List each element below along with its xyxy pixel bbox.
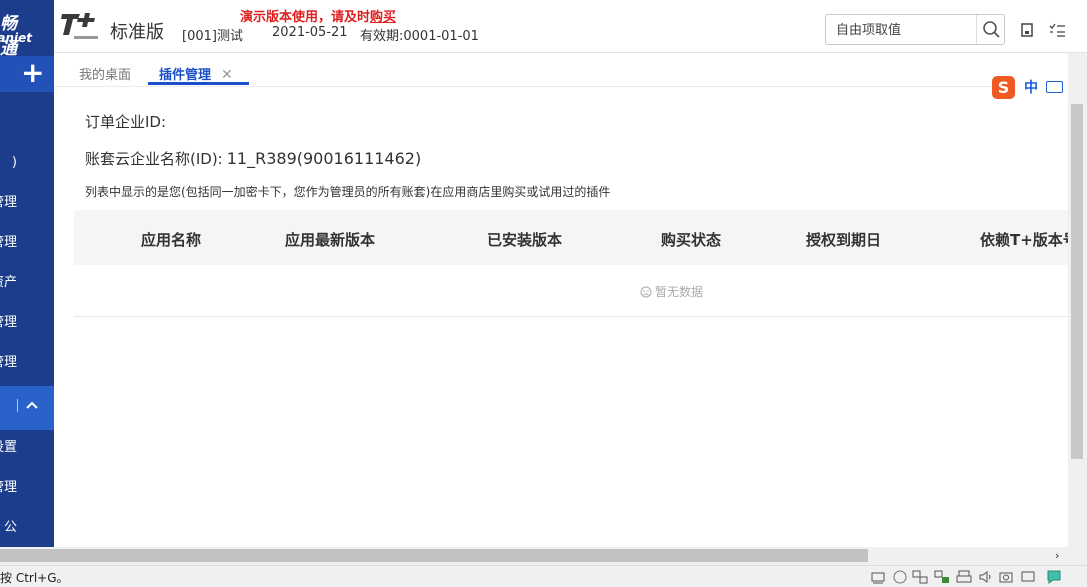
- column-header[interactable]: 依赖T+版本号: [980, 229, 1078, 250]
- demo-notice: 演示版本使用，请及时购买: [240, 10, 397, 25]
- speaker-icon[interactable]: [978, 569, 994, 585]
- scrollbar-corner: [1068, 547, 1087, 565]
- sogou-logo-icon: S: [992, 76, 1015, 99]
- tplus-logo-icon: [61, 13, 98, 39]
- column-header[interactable]: 应用名称: [141, 229, 201, 250]
- status-bar: 按 Ctrl+G。: [0, 565, 1087, 587]
- plus-icon: +: [21, 56, 45, 89]
- sidebar-item[interactable]: 资产: [0, 263, 54, 303]
- notification-icon[interactable]: [1046, 569, 1062, 585]
- list-description: 列表中显示的是您(包括同一加密卡下，您作为管理员的所有账套)在应用商店里购买或试…: [85, 185, 611, 199]
- globe-icon[interactable]: [892, 569, 908, 585]
- login-date: 2021-05-21: [272, 25, 348, 40]
- camera-icon[interactable]: [998, 569, 1014, 585]
- validity-period: 有效期:0001-01-01: [360, 29, 479, 44]
- search-input[interactable]: [836, 20, 966, 40]
- drive-icon[interactable]: [870, 569, 886, 585]
- printer-icon[interactable]: [956, 569, 972, 585]
- add-button[interactable]: +: [0, 56, 54, 92]
- sidebar-item[interactable]: ): [0, 143, 54, 183]
- tab-my-desktop[interactable]: 我的桌面: [79, 64, 131, 83]
- vertical-scrollbar[interactable]: [1068, 53, 1087, 547]
- divider: [17, 399, 18, 412]
- buy-link[interactable]: 购买: [370, 10, 396, 25]
- column-header[interactable]: 已安装版本: [487, 229, 562, 250]
- sad-face-icon: [640, 286, 652, 298]
- left-navigation: 畅 通 anjet + ) 管理 管理 资产 管理 管理 设置 管理 公: [0, 0, 54, 547]
- account-enterprise-name: 账套云企业名称(ID): 11_R389(90016111462): [85, 149, 422, 168]
- ime-mode[interactable]: 中: [1024, 77, 1038, 97]
- search-icon: [983, 21, 1000, 38]
- sidebar-item[interactable]: 管理: [0, 343, 54, 383]
- sidebar-item-active[interactable]: [0, 386, 54, 430]
- table-empty-row: 暂无数据: [74, 265, 1074, 317]
- empty-state: 暂无数据: [640, 283, 703, 300]
- chevron-up-icon: [26, 401, 38, 409]
- column-header[interactable]: 授权到期日: [806, 229, 881, 250]
- search-button[interactable]: [976, 15, 1005, 44]
- horizontal-scrollbar[interactable]: ›: [0, 547, 1068, 565]
- top-header: 标准版 [001]测试 2021-05-21 有效期:0001-01-01 演示…: [54, 0, 1087, 53]
- table-header: 应用名称 应用最新版本 已安装版本 购买状态 授权到期日 依赖T+版本号: [74, 210, 1078, 265]
- search-box: [825, 14, 1005, 45]
- sidebar-item[interactable]: 设置: [0, 428, 54, 468]
- status-text: 按 Ctrl+G。: [0, 571, 69, 585]
- network-icon[interactable]: [934, 569, 950, 585]
- tab-bar: 我的桌面 插件管理 ✕: [54, 57, 1087, 87]
- close-tab-icon[interactable]: ✕: [221, 67, 233, 83]
- order-enterprise-id: 订单企业ID:: [85, 113, 167, 131]
- brand-logo: 畅 通 anjet: [0, 0, 54, 59]
- column-header[interactable]: 应用最新版本: [285, 229, 375, 250]
- tab-plugin-management[interactable]: 插件管理 ✕: [159, 64, 233, 83]
- sidebar-item[interactable]: 管理: [0, 183, 54, 223]
- sidebar-item[interactable]: 管理: [0, 303, 54, 343]
- keyboard-icon[interactable]: [1046, 81, 1063, 93]
- sidebar-item[interactable]: 公: [0, 508, 54, 547]
- scroll-thumb[interactable]: [1071, 104, 1083, 459]
- account-id-value: 11_R389(90016111462): [226, 149, 422, 168]
- document-icon[interactable]: [1019, 22, 1035, 38]
- app-window: 畅 通 anjet + ) 管理 管理 资产 管理 管理 设置 管理 公 标准版…: [0, 0, 1087, 587]
- sidebar-item[interactable]: 管理: [0, 468, 54, 508]
- network-icon[interactable]: [912, 569, 928, 585]
- checklist-icon[interactable]: [1049, 22, 1065, 38]
- ime-toolbar[interactable]: S 中: [992, 75, 1068, 100]
- monitor-icon[interactable]: [1020, 569, 1036, 585]
- column-header[interactable]: 购买状态: [661, 229, 721, 250]
- company-account[interactable]: [001]测试: [182, 25, 243, 44]
- sidebar-item[interactable]: 管理: [0, 223, 54, 263]
- logo-text-en: anjet: [0, 31, 32, 45]
- edition-label: 标准版: [110, 22, 164, 43]
- active-tab-indicator: [148, 82, 249, 85]
- chevron-right-icon[interactable]: ›: [1055, 549, 1059, 562]
- scroll-thumb[interactable]: [0, 549, 868, 562]
